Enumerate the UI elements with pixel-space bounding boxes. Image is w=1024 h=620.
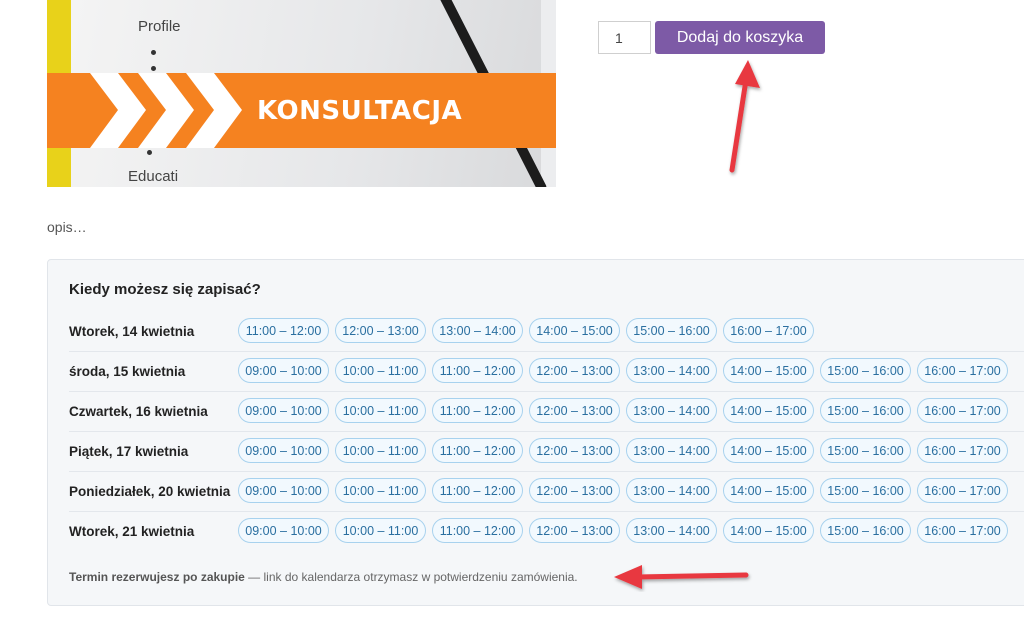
time-slot-button[interactable]: 11:00 – 12:00 xyxy=(238,318,329,343)
time-slot-button[interactable]: 12:00 – 13:00 xyxy=(529,438,620,463)
time-slot-button[interactable]: 12:00 – 13:00 xyxy=(335,318,426,343)
time-slot-button[interactable]: 11:00 – 12:00 xyxy=(432,518,523,543)
time-slot-button[interactable]: 16:00 – 17:00 xyxy=(917,398,1008,423)
time-slot-button[interactable]: 13:00 – 14:00 xyxy=(626,358,717,383)
time-slot-button[interactable]: 15:00 – 16:00 xyxy=(820,438,911,463)
time-slot-button[interactable]: 16:00 – 17:00 xyxy=(917,518,1008,543)
image-bullet xyxy=(151,50,156,55)
time-slot-button[interactable]: 13:00 – 14:00 xyxy=(626,438,717,463)
day-row: Wtorek, 14 kwietnia 11:00 – 12:00 12:00 … xyxy=(69,312,1024,352)
time-slot-button[interactable]: 14:00 – 15:00 xyxy=(723,478,814,503)
day-label: Wtorek, 14 kwietnia xyxy=(69,324,195,339)
product-description: opis… xyxy=(47,219,87,235)
chevrons-graphic xyxy=(90,73,242,148)
time-slot-button[interactable]: 12:00 – 13:00 xyxy=(529,398,620,423)
day-row: Piątek, 17 kwietnia 09:00 – 10:00 10:00 … xyxy=(69,432,1024,472)
time-slot-button[interactable]: 11:00 – 12:00 xyxy=(432,358,523,383)
time-slot-button[interactable]: 12:00 – 13:00 xyxy=(529,478,620,503)
time-slot-button[interactable]: 12:00 – 13:00 xyxy=(529,518,620,543)
time-slot-button[interactable]: 16:00 – 17:00 xyxy=(917,358,1008,383)
time-slot-list: 11:00 – 12:00 12:00 – 13:00 13:00 – 14:0… xyxy=(238,318,814,343)
time-slot-button[interactable]: 11:00 – 12:00 xyxy=(432,478,523,503)
time-slot-button[interactable]: 13:00 – 14:00 xyxy=(626,398,717,423)
product-image: Profile Wo Educati KONSULTACJA xyxy=(47,0,556,187)
image-bullet xyxy=(147,150,152,155)
add-to-cart-button[interactable]: Dodaj do koszyka xyxy=(655,21,825,54)
quantity-input[interactable] xyxy=(598,21,651,54)
time-slot-button[interactable]: 09:00 – 10:00 xyxy=(238,358,329,383)
arrow-left-annotation-icon xyxy=(614,565,749,589)
time-slot-button[interactable]: 14:00 – 15:00 xyxy=(723,358,814,383)
time-slot-button[interactable]: 12:00 – 13:00 xyxy=(529,358,620,383)
time-slot-button[interactable]: 09:00 – 10:00 xyxy=(238,518,329,543)
time-slot-button[interactable]: 10:00 – 11:00 xyxy=(335,398,426,423)
time-slot-list: 09:00 – 10:00 10:00 – 11:00 11:00 – 12:0… xyxy=(238,358,1008,383)
time-slot-button[interactable]: 15:00 – 16:00 xyxy=(820,398,911,423)
day-row: Wtorek, 21 kwietnia 09:00 – 10:00 10:00 … xyxy=(69,512,1024,552)
time-slot-button[interactable]: 10:00 – 11:00 xyxy=(335,438,426,463)
day-label: Wtorek, 21 kwietnia xyxy=(69,524,195,539)
time-slot-button[interactable]: 16:00 – 17:00 xyxy=(917,438,1008,463)
time-slot-button[interactable]: 15:00 – 16:00 xyxy=(820,518,911,543)
time-slot-button[interactable]: 09:00 – 10:00 xyxy=(238,478,329,503)
booking-note: Termin rezerwujesz po zakupie — link do … xyxy=(69,570,578,584)
time-slot-button[interactable]: 11:00 – 12:00 xyxy=(432,438,523,463)
time-slot-list: 09:00 – 10:00 10:00 – 11:00 11:00 – 12:0… xyxy=(238,438,1008,463)
image-resume-line: Profile xyxy=(138,18,181,35)
image-banner-text: KONSULTACJA xyxy=(257,96,463,126)
time-slot-button[interactable]: 14:00 – 15:00 xyxy=(723,398,814,423)
time-slot-button[interactable]: 09:00 – 10:00 xyxy=(238,398,329,423)
booking-note-rest: — link do kalendarza otrzymasz w potwier… xyxy=(244,570,578,584)
time-slot-button[interactable]: 11:00 – 12:00 xyxy=(432,398,523,423)
time-slot-button[interactable]: 10:00 – 11:00 xyxy=(335,358,426,383)
day-row: Czwartek, 16 kwietnia 09:00 – 10:00 10:0… xyxy=(69,392,1024,432)
time-slot-button[interactable]: 15:00 – 16:00 xyxy=(626,318,717,343)
time-slot-button[interactable]: 14:00 – 15:00 xyxy=(723,438,814,463)
arrow-up-annotation-icon xyxy=(729,60,760,173)
time-slot-list: 09:00 – 10:00 10:00 – 11:00 11:00 – 12:0… xyxy=(238,478,1008,503)
time-slot-button[interactable]: 13:00 – 14:00 xyxy=(626,518,717,543)
time-slot-button[interactable]: 15:00 – 16:00 xyxy=(820,478,911,503)
booking-title: Kiedy możesz się zapisać? xyxy=(69,281,261,298)
time-slot-button[interactable]: 10:00 – 11:00 xyxy=(335,478,426,503)
image-bullet xyxy=(151,66,156,71)
time-slot-button[interactable]: 10:00 – 11:00 xyxy=(335,518,426,543)
time-slot-list: 09:00 – 10:00 10:00 – 11:00 11:00 – 12:0… xyxy=(238,398,1008,423)
day-label: środa, 15 kwietnia xyxy=(69,364,186,379)
time-slot-button[interactable]: 09:00 – 10:00 xyxy=(238,438,329,463)
day-label: Czwartek, 16 kwietnia xyxy=(69,404,208,419)
time-slot-button[interactable]: 16:00 – 17:00 xyxy=(917,478,1008,503)
time-slot-list: 09:00 – 10:00 10:00 – 11:00 11:00 – 12:0… xyxy=(238,518,1008,543)
time-slot-button[interactable]: 13:00 – 14:00 xyxy=(432,318,523,343)
day-row: środa, 15 kwietnia 09:00 – 10:00 10:00 –… xyxy=(69,352,1024,392)
booking-note-bold: Termin rezerwujesz po zakupie xyxy=(69,570,245,584)
time-slot-button[interactable]: 16:00 – 17:00 xyxy=(723,318,814,343)
day-label: Piątek, 17 kwietnia xyxy=(69,444,189,459)
day-label: Poniedziałek, 20 kwietnia xyxy=(69,484,231,499)
image-resume-line: Educati xyxy=(128,168,179,185)
time-slot-button[interactable]: 15:00 – 16:00 xyxy=(820,358,911,383)
time-slot-button[interactable]: 13:00 – 14:00 xyxy=(626,478,717,503)
time-slot-button[interactable]: 14:00 – 15:00 xyxy=(529,318,620,343)
day-row: Poniedziałek, 20 kwietnia 09:00 – 10:00 … xyxy=(69,472,1024,512)
booking-panel: Kiedy możesz się zapisać? Wtorek, 14 kwi… xyxy=(47,259,1024,606)
time-slot-button[interactable]: 14:00 – 15:00 xyxy=(723,518,814,543)
